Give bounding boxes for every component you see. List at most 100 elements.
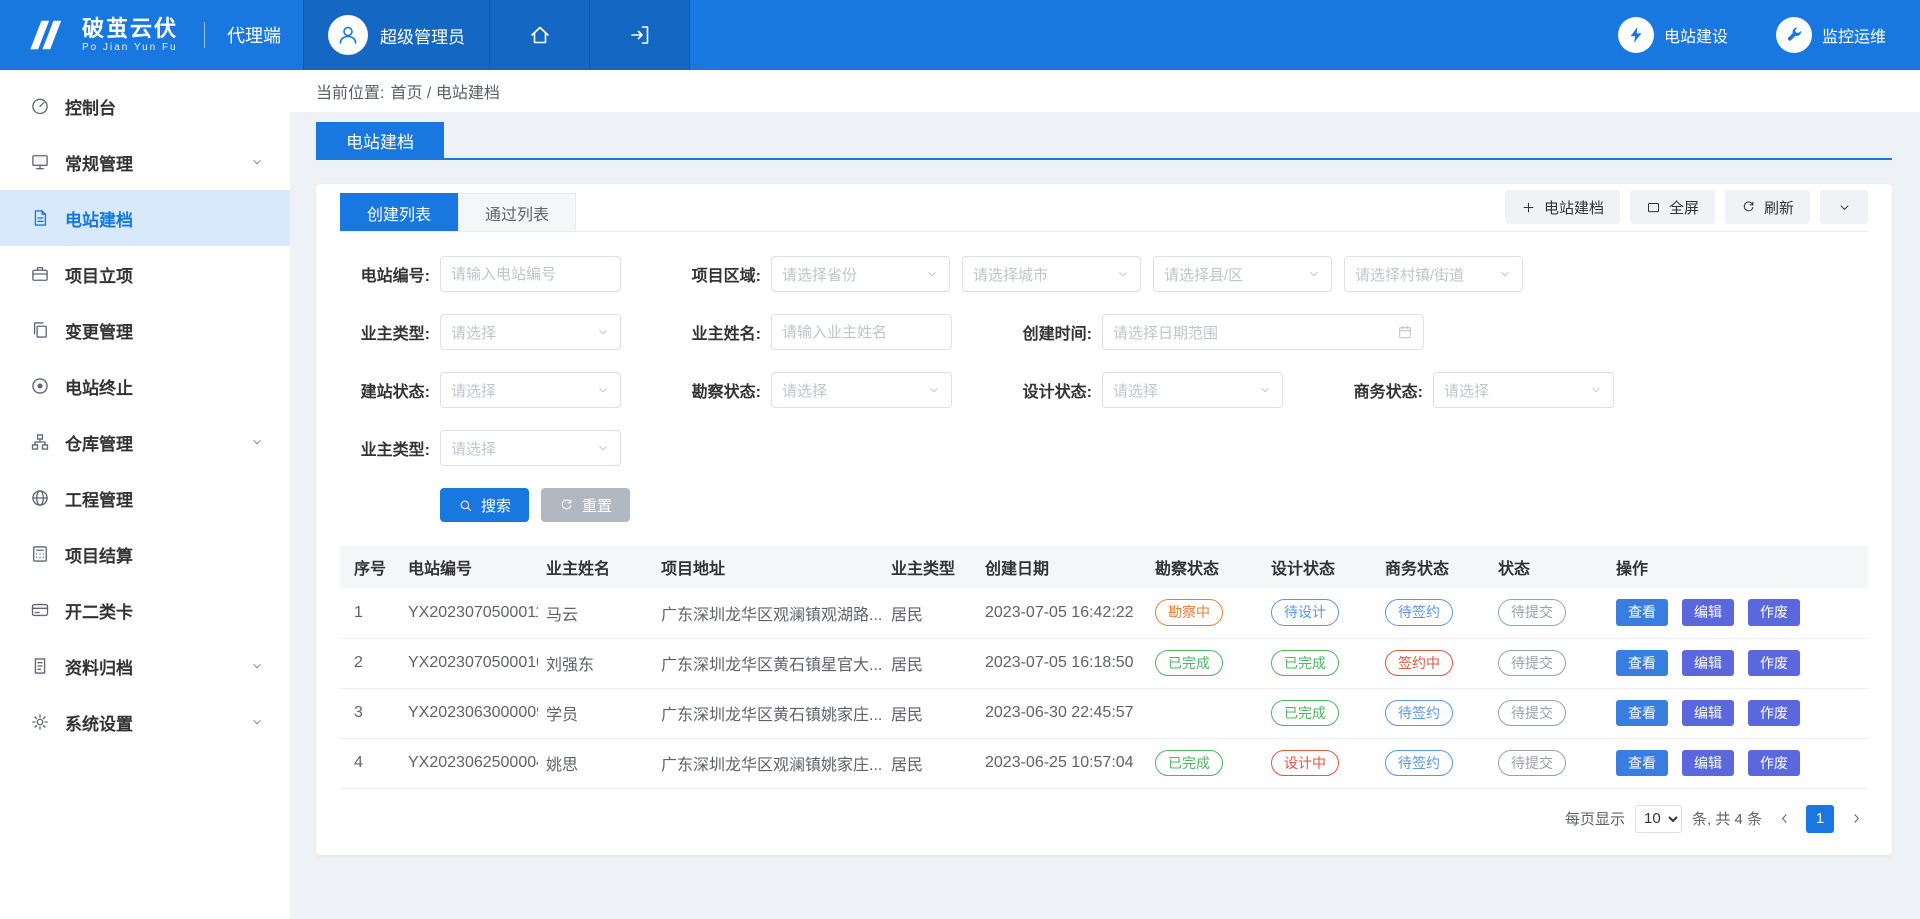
logo-divider <box>204 22 205 48</box>
chevron-down-icon <box>596 383 610 397</box>
refresh-button[interactable]: 刷新 <box>1725 190 1810 224</box>
build-status-select[interactable]: 请选择 <box>440 372 621 408</box>
collapse-button[interactable] <box>1820 190 1868 224</box>
city-select[interactable]: 请选择城市 <box>962 256 1141 292</box>
per-page-select[interactable]: 10 <box>1635 805 1682 833</box>
fullscreen-button[interactable]: 全屏 <box>1630 190 1715 224</box>
cell-address: 广东深圳龙华区观澜镇姚家庄... <box>653 738 883 788</box>
header-quick-links: 电站建设 监控运维 <box>1618 17 1886 53</box>
status-badge: 待提交 <box>1498 650 1566 677</box>
column-header: 勘察状态 <box>1147 546 1263 588</box>
create-station-button[interactable]: 电站建档 <box>1505 190 1620 224</box>
sidebar-item-station-termination[interactable]: 电站终止 <box>0 358 290 414</box>
tab-create-list[interactable]: 创建列表 <box>340 193 458 231</box>
status-badge: 设计中 <box>1271 750 1339 777</box>
sidebar-item-console[interactable]: 控制台 <box>0 78 290 134</box>
cell-created-date: 2023-06-25 10:57:04 <box>977 738 1147 788</box>
status-badge: 已完成 <box>1155 750 1223 777</box>
home-icon <box>528 23 552 47</box>
void-button[interactable]: 作废 <box>1748 700 1800 727</box>
breadcrumb: 当前位置: 首页 / 电站建档 <box>290 70 1920 112</box>
reset-button[interactable]: 重置 <box>541 488 630 522</box>
column-header: 业主姓名 <box>538 546 653 588</box>
user-menu[interactable]: 超级管理员 <box>303 0 490 70</box>
status-badge: 签约中 <box>1385 650 1453 677</box>
county-select[interactable]: 请选择县/区 <box>1153 256 1332 292</box>
view-button[interactable]: 查看 <box>1616 750 1668 777</box>
gear-icon <box>30 712 50 732</box>
sidebar-item-label: 电站建档 <box>65 206 133 231</box>
chevron-down-icon <box>596 325 610 339</box>
briefcase-icon <box>30 264 50 284</box>
filter-row: 业主类型:请选择业主姓名:创建时间:请选择日期范围 <box>340 314 1868 350</box>
cell-status: 待提交 <box>1490 588 1608 638</box>
cell-seq: 4 <box>340 738 400 788</box>
create-time-input[interactable]: 请选择日期范围 <box>1102 314 1424 350</box>
sidebar-item-station-filing[interactable]: 电站建档 <box>0 190 290 246</box>
design-status-select[interactable]: 请选择 <box>1102 372 1283 408</box>
sidebar-item-system-settings[interactable]: 系统设置 <box>0 694 290 750</box>
quick-link-monitor-ops[interactable]: 监控运维 <box>1776 17 1886 53</box>
page-tab-station-filing[interactable]: 电站建档 <box>316 122 444 158</box>
filter-row: 业主类型:请选择 <box>340 430 1868 466</box>
sidebar-item-label: 常规管理 <box>65 150 133 175</box>
sidebar-item-label: 项目结算 <box>65 542 133 567</box>
province-select[interactable]: 请选择省份 <box>771 256 950 292</box>
quick-link-station-build[interactable]: 电站建设 <box>1618 17 1728 53</box>
select-placeholder: 请选择省份 <box>782 264 857 285</box>
view-button[interactable]: 查看 <box>1616 650 1668 677</box>
panel-tabs: 创建列表通过列表 <box>340 193 576 231</box>
sidebar-item-data-archiving[interactable]: 资料归档 <box>0 638 290 694</box>
edit-button[interactable]: 编辑 <box>1682 700 1734 727</box>
owner-type-select[interactable]: 请选择 <box>440 314 621 350</box>
void-button[interactable]: 作废 <box>1748 650 1800 677</box>
void-button[interactable]: 作废 <box>1748 599 1800 626</box>
column-header: 状态 <box>1490 546 1608 588</box>
sidebar-item-label: 开二类卡 <box>65 598 133 623</box>
next-page-button[interactable] <box>1844 805 1868 833</box>
chevron-down-icon <box>927 383 941 397</box>
station-id-input[interactable] <box>440 256 621 292</box>
cell-survey-status <box>1147 688 1263 738</box>
select-placeholder: 请选择 <box>1113 380 1158 401</box>
home-button[interactable] <box>490 0 590 70</box>
sidebar-item-project-settlement[interactable]: 项目结算 <box>0 526 290 582</box>
select-placeholder: 请选择 <box>1444 380 1489 401</box>
edit-button[interactable]: 编辑 <box>1682 750 1734 777</box>
archive-icon <box>30 656 50 676</box>
prev-page-button[interactable] <box>1772 805 1796 833</box>
chevron-down-icon <box>1837 200 1852 215</box>
cell-station-id: YX2023063000009 <box>400 688 538 738</box>
edit-button[interactable]: 编辑 <box>1682 650 1734 677</box>
view-button[interactable]: 查看 <box>1616 700 1668 727</box>
village-select[interactable]: 请选择村镇/街道 <box>1344 256 1523 292</box>
filter-row: 建站状态:请选择勘察状态:请选择设计状态:请选择商务状态:请选择 <box>340 372 1868 408</box>
column-header: 操作 <box>1608 546 1868 588</box>
wrench-icon <box>1784 25 1804 45</box>
edit-button[interactable]: 编辑 <box>1682 599 1734 626</box>
view-button[interactable]: 查看 <box>1616 599 1668 626</box>
column-header: 项目地址 <box>653 546 883 588</box>
page-1-button[interactable]: 1 <box>1806 805 1834 833</box>
sidebar-item-label: 变更管理 <box>65 318 133 343</box>
tab-passed-list[interactable]: 通过列表 <box>458 193 576 231</box>
sidebar-item-project-initiation[interactable]: 项目立项 <box>0 246 290 302</box>
logo-icon <box>26 16 70 54</box>
plus-icon <box>1521 200 1536 215</box>
logout-button[interactable] <box>590 0 690 70</box>
breadcrumb-item[interactable]: 首页 <box>390 85 422 102</box>
owner-name-input[interactable] <box>771 314 952 350</box>
sidebar-item-general-management[interactable]: 常规管理 <box>0 134 290 190</box>
filter-label: 项目区域: <box>671 262 761 286</box>
owner-type-2-select[interactable]: 请选择 <box>440 430 621 466</box>
sidebar-item-type2-card[interactable]: 开二类卡 <box>0 582 290 638</box>
breadcrumb-item[interactable]: 电站建档 <box>436 85 500 102</box>
sidebar-item-warehouse-management[interactable]: 仓库管理 <box>0 414 290 470</box>
status-badge: 待提交 <box>1498 750 1566 777</box>
sidebar-item-change-management[interactable]: 变更管理 <box>0 302 290 358</box>
survey-status-select[interactable]: 请选择 <box>771 372 952 408</box>
business-status-select[interactable]: 请选择 <box>1433 372 1614 408</box>
search-button[interactable]: 搜索 <box>440 488 529 522</box>
void-button[interactable]: 作废 <box>1748 750 1800 777</box>
sidebar-item-engineering-management[interactable]: 工程管理 <box>0 470 290 526</box>
